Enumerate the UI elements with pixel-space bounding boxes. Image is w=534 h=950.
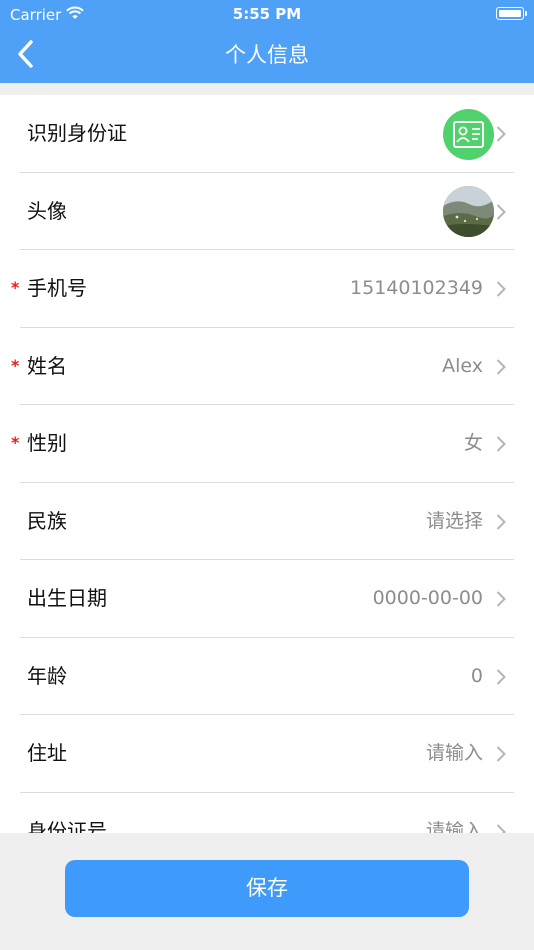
info-list: 识别身份证 头像 * 手机号 15140102349 * 姓名 Alex * 性… (0, 95, 534, 833)
chevron-right-icon (496, 823, 506, 833)
row-label: 头像 (27, 198, 67, 223)
battery-icon (496, 7, 527, 20)
row-label: 手机号 (27, 276, 87, 300)
row-value: 请输入 (425, 819, 483, 834)
row-label: 民族 (27, 508, 67, 533)
chevron-right-icon (496, 281, 506, 297)
row-value: 女 (463, 432, 483, 454)
save-button[interactable]: 保存 (65, 860, 469, 917)
chevron-right-icon (496, 668, 506, 685)
row-value: 请输入 (425, 742, 483, 764)
row-age[interactable]: 年龄 0 (0, 638, 534, 716)
row-label: 出生日期 (27, 586, 107, 610)
row-value: 15140102349 (350, 277, 483, 299)
row-ethnicity[interactable]: 民族 请选择 (0, 483, 534, 561)
row-label: 识别身份证 (27, 121, 127, 145)
row-value: 0000-00-00 (372, 587, 483, 609)
clock: 5:55 PM (232, 5, 302, 23)
row-id-card-scan[interactable]: 识别身份证 (0, 95, 534, 173)
row-label: 年龄 (27, 663, 67, 688)
row-gender[interactable]: * 性别 女 (0, 405, 534, 483)
row-phone[interactable]: * 手机号 15140102349 (0, 250, 534, 328)
top-bar: Carrier 5:55 PM 个人信息 (0, 0, 534, 83)
row-avatar[interactable]: 头像 (0, 173, 534, 251)
row-birthdate[interactable]: 出生日期 0000-00-00 (0, 560, 534, 638)
bottom-bar: 保存 (0, 833, 534, 950)
chevron-right-icon (496, 203, 506, 220)
avatar-image (443, 185, 494, 237)
row-value: 0 (470, 664, 483, 687)
nav-bar: 个人信息 (0, 28, 534, 83)
status-bar: Carrier 5:55 PM (0, 0, 534, 28)
chevron-right-icon (496, 591, 506, 607)
chevron-right-icon (496, 358, 506, 375)
page-title: 个人信息 (225, 43, 309, 67)
row-label: 性别 (27, 431, 67, 455)
row-label: 住址 (27, 741, 67, 765)
row-label: 姓名 (27, 353, 67, 378)
chevron-right-icon (496, 746, 506, 762)
row-address[interactable]: 住址 请输入 (0, 715, 534, 793)
required-mark: * (11, 355, 20, 375)
row-id-number[interactable]: 身份证号 请输入 (0, 793, 534, 834)
id-card-icon (443, 109, 494, 160)
chevron-right-icon (496, 513, 506, 530)
row-label: 身份证号 (27, 818, 107, 834)
required-mark: * (11, 278, 20, 297)
row-name[interactable]: * 姓名 Alex (0, 328, 534, 406)
chevron-right-icon (496, 126, 506, 142)
row-value: Alex (442, 354, 483, 377)
screen: Carrier 5:55 PM 个人信息 识别身份证 头像 * 手机号 1514… (0, 0, 534, 950)
chevron-right-icon (496, 436, 506, 452)
required-mark: * (11, 433, 20, 452)
row-value: 请选择 (425, 509, 483, 532)
